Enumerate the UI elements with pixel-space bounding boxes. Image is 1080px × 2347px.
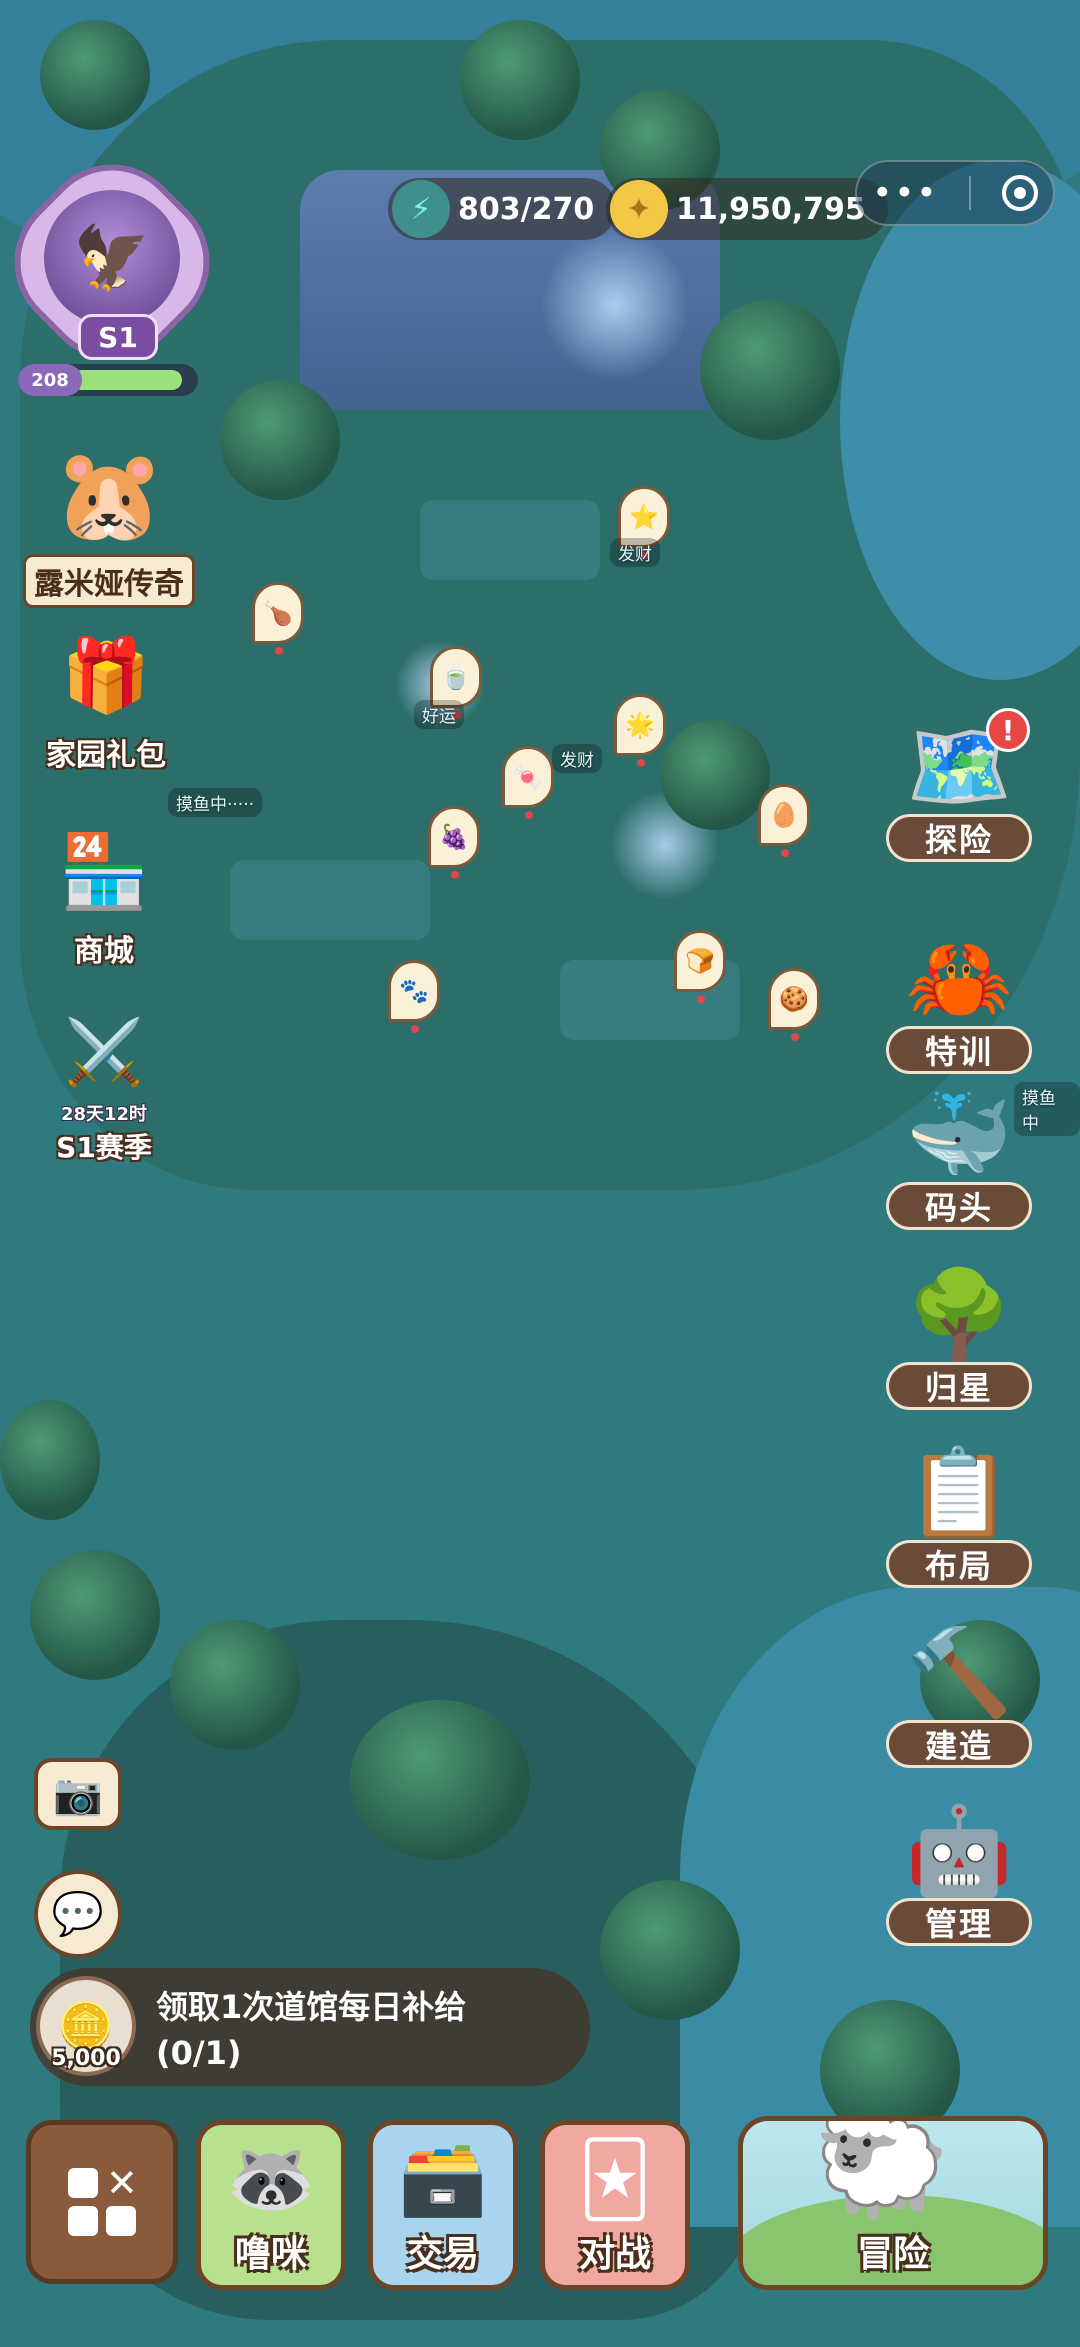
tree [460, 20, 580, 140]
quest-progress: (0/1) [156, 2034, 242, 2072]
tree [170, 1620, 300, 1750]
layout-board-icon: 📋 [905, 1442, 1013, 1543]
explore-button[interactable]: 🗺️ ! 探险 [884, 706, 1034, 862]
tree [40, 20, 150, 130]
season-badge: S1 [78, 314, 158, 360]
pet-label: 噜咪 [234, 2234, 307, 2275]
return-star-button[interactable]: 🌳 归星 [884, 1254, 1034, 1410]
drop-bubble[interactable]: 🌟 [614, 694, 666, 767]
fountain-glow [540, 230, 690, 380]
shop-icon: 🏪 [59, 828, 149, 913]
chat-button[interactable]: 💬 [34, 1870, 122, 1958]
season-label: S1赛季 [56, 1131, 152, 1164]
knight-avatar-icon: 🦅 [44, 190, 180, 326]
battle-label: 对战 [578, 2234, 651, 2275]
adventure-button[interactable]: 🐑 冒险 [738, 2116, 1048, 2290]
sword-icon: ⚔️ [64, 1015, 144, 1090]
dock-button[interactable]: 🐳 码头 [884, 1074, 1034, 1230]
energy-counter[interactable]: ⚡ 803/270 [388, 178, 617, 240]
manage-label: 管理 [886, 1898, 1032, 1946]
layout-label: 布局 [886, 1540, 1032, 1588]
close-target-icon[interactable] [1001, 175, 1038, 211]
shop-label: 商城 [74, 934, 134, 969]
plaza-tile [230, 860, 430, 940]
daily-quest-bar[interactable]: 🪙 5,000 领取1次道馆每日补给 (0/1) [30, 1968, 590, 2086]
more-icon[interactable]: ••• [872, 176, 938, 210]
mini-program-capsule: ••• [855, 160, 1055, 226]
drop-bubble[interactable]: 🍬 [502, 746, 554, 819]
fortune-tag: 发财 [610, 538, 660, 567]
level-number: 208 [18, 364, 82, 396]
dock-label: 码头 [886, 1182, 1032, 1230]
capybara-icon: 🐹 [52, 442, 166, 548]
plaza-tile [420, 500, 600, 580]
tree [600, 1880, 740, 2020]
tree [0, 1400, 100, 1520]
drop-bubble[interactable]: 🍵 [430, 646, 482, 719]
drop-bubble[interactable]: 🥚 [758, 784, 810, 857]
coin-icon: ✦ [610, 180, 668, 238]
capsule-divider [969, 176, 972, 210]
build-button[interactable]: 🔨 建造 [884, 1612, 1034, 1768]
chat-bubble-icon: 💬 [51, 1889, 105, 1938]
drop-bubble[interactable]: 🍗 [252, 582, 304, 655]
return-star-label: 归星 [886, 1362, 1032, 1410]
trade-box-icon: 🗃️ [398, 2136, 488, 2220]
alert-badge: ! [986, 708, 1030, 752]
pet-bowl-icon: 🦝 [226, 2136, 316, 2220]
drop-bubble[interactable]: 🍪 [768, 968, 820, 1041]
grid-menu-icon: ✕ [68, 2164, 138, 2236]
camera-icon: 📷 [53, 1771, 103, 1818]
layout-button[interactable]: 📋 布局 [884, 1432, 1034, 1588]
player-avatar[interactable]: 🦅 S1 [0, 134, 240, 390]
level-progress-fill [72, 370, 182, 390]
gift-icon: 🎁 [61, 632, 151, 717]
quest-title: 领取1次道馆每日补给 [156, 1988, 467, 2026]
training-label: 特训 [886, 1026, 1032, 1074]
coin-value: 11,950,795 [676, 191, 866, 227]
lumiya-legend-button[interactable]: 🐹 露米娅传奇 [6, 436, 212, 608]
quest-text: 领取1次道馆每日补给 (0/1) [156, 1984, 466, 2076]
home-gift-pack-button[interactable]: 🎁 家园礼包 [36, 620, 176, 774]
main-menu-button[interactable]: ✕ [26, 2120, 178, 2284]
lumiya-legend-label: 露米娅传奇 [23, 554, 195, 608]
tree [660, 720, 770, 830]
battle-button[interactable]: 🃏 对战 [540, 2120, 690, 2290]
quest-reward-amount: 5,000 [51, 2046, 121, 2071]
tree [700, 300, 840, 440]
whale-icon: 🐳 [905, 1084, 1013, 1185]
coin-counter[interactable]: ✦ 11,950,795 [606, 178, 888, 240]
training-icon: 🦀 [905, 928, 1013, 1029]
star-tree-icon: 🌳 [905, 1264, 1013, 1365]
pet-button[interactable]: 🦝 噜咪 [196, 2120, 346, 2290]
tree [220, 380, 340, 500]
drop-bubble[interactable]: 🍇 [428, 806, 480, 879]
battle-cards-icon: 🃏 [578, 2137, 652, 2221]
adventure-pet-icon: 🐑 [813, 2116, 950, 2223]
trade-button[interactable]: 🗃️ 交易 [368, 2120, 518, 2290]
training-button[interactable]: 🦀 特训 [884, 918, 1034, 1074]
adventure-label: 冒险 [856, 2234, 929, 2275]
lightning-icon: ⚡ [392, 180, 450, 238]
camera-button[interactable]: 📷 [34, 1758, 122, 1830]
season-button[interactable]: ⚔️ 28天12时 S1赛季 [34, 1004, 174, 1166]
trade-label: 交易 [406, 2234, 479, 2275]
build-label: 建造 [886, 1720, 1032, 1768]
robot-manager-icon: 🤖 [905, 1800, 1013, 1901]
energy-value: 803/270 [458, 191, 595, 227]
hammer-icon: 🔨 [905, 1622, 1013, 1723]
fishing-status-label: 摸鱼中····· [168, 788, 263, 817]
fortune-tag: 好运 [414, 700, 464, 729]
level-progress-bar: 208 [18, 364, 198, 396]
tree [30, 1550, 160, 1680]
drop-bubble[interactable]: 🐾 [388, 960, 440, 1033]
explore-label: 探险 [886, 814, 1032, 862]
shop-button[interactable]: 🏪 商城 [34, 816, 174, 970]
fortune-tag: 发财 [552, 744, 602, 773]
season-timer: 28天12时 [60, 1104, 148, 1125]
pagoda-tree [350, 1700, 530, 1860]
manage-button[interactable]: 🤖 管理 [884, 1790, 1034, 1946]
drop-bubble[interactable]: 🍞 [674, 930, 726, 1003]
home-gift-pack-label: 家园礼包 [46, 738, 166, 773]
